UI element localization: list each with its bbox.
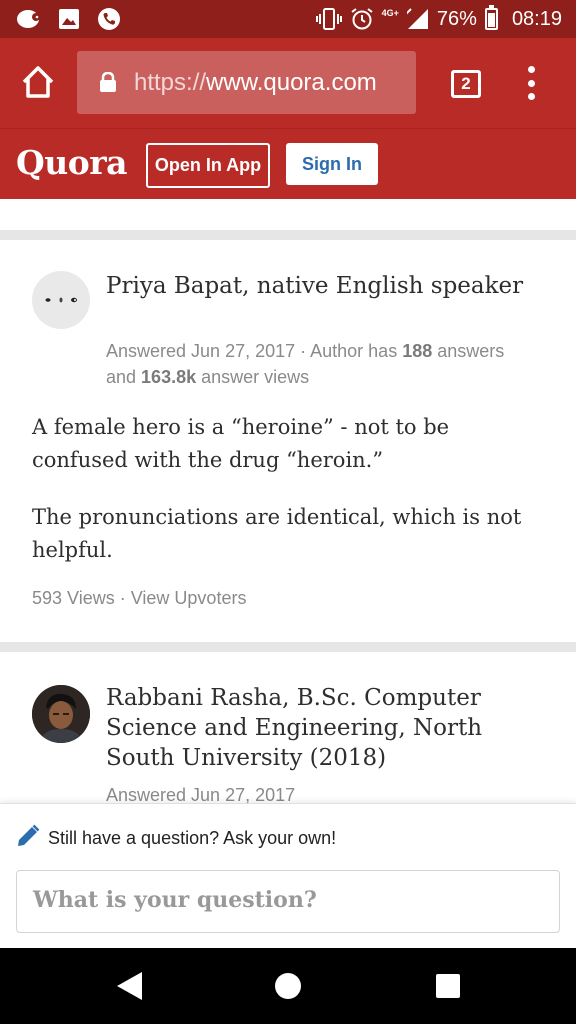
answer-paragraph: A female hero is a “heroine” - not to be… bbox=[32, 415, 450, 472]
sheep-notification-icon bbox=[16, 6, 42, 32]
avatar[interactable] bbox=[32, 271, 90, 329]
answer-meta: Answered Jun 27, 2017 · Author has 188 a… bbox=[106, 341, 505, 387]
signal-icon bbox=[406, 8, 428, 29]
phone-notification-icon bbox=[96, 6, 122, 32]
url-bar[interactable]: https://www.quora.com bbox=[77, 51, 416, 114]
ask-question-panel: Still have a question? Ask your own! Wha… bbox=[0, 803, 576, 948]
android-nav-bar bbox=[0, 948, 576, 1024]
pencil-icon bbox=[16, 824, 40, 848]
quora-logo[interactable]: Quora bbox=[16, 143, 128, 182]
home-icon[interactable] bbox=[18, 62, 58, 102]
answer-paragraph: The pronunciations are identical, which … bbox=[32, 505, 522, 562]
url-scheme: https:// bbox=[134, 69, 207, 96]
section-divider bbox=[0, 230, 576, 240]
section-divider bbox=[0, 642, 576, 652]
back-icon[interactable] bbox=[114, 970, 144, 1002]
battery-percent: 76% bbox=[436, 7, 477, 30]
answer-card: Priya Bapat, native English speaker Answ… bbox=[0, 240, 576, 640]
home-circle-icon[interactable] bbox=[275, 973, 301, 999]
tab-switcher-button[interactable]: 2 bbox=[451, 70, 481, 98]
recents-square-icon[interactable] bbox=[436, 974, 460, 998]
author-name[interactable]: Rabbani Rasha, B.Sc. Computer Science an… bbox=[106, 683, 526, 773]
clock: 08:19 bbox=[511, 7, 562, 30]
views-count: 163.8k bbox=[141, 367, 197, 387]
sign-in-button[interactable]: Sign In bbox=[286, 143, 378, 185]
status-bar: 4G+ 76% 08:19 bbox=[0, 0, 576, 38]
lock-icon bbox=[99, 71, 117, 92]
system-status: 4G+ 76% 08:19 bbox=[315, 4, 562, 34]
view-count: 593 Views bbox=[32, 588, 115, 608]
answer-card: Rabbani Rasha, B.Sc. Computer Science an… bbox=[0, 652, 576, 812]
browser-toolbar: https://www.quora.com 2 bbox=[0, 38, 576, 128]
answer-stats: 593 Views · View Upvoters bbox=[32, 588, 247, 608]
overflow-menu-icon[interactable] bbox=[522, 66, 540, 100]
image-notification-icon bbox=[56, 6, 82, 32]
avatar[interactable] bbox=[32, 685, 90, 743]
question-input[interactable]: What is your question? bbox=[16, 870, 560, 933]
vibrate-icon bbox=[315, 8, 342, 30]
ask-prompt: Still have a question? Ask your own! bbox=[48, 828, 337, 848]
battery-icon bbox=[484, 5, 498, 30]
quora-header: Quora Open In App Sign In bbox=[0, 128, 576, 199]
network-type: 4G+ bbox=[381, 8, 399, 18]
open-in-app-button[interactable]: Open In App bbox=[146, 143, 270, 188]
author-name[interactable]: Priya Bapat, native English speaker bbox=[106, 271, 526, 301]
url-host: www.quora.com bbox=[206, 69, 377, 96]
view-upvoters-link[interactable]: View Upvoters bbox=[131, 588, 247, 608]
notification-icons bbox=[16, 6, 122, 32]
answers-count: 188 bbox=[402, 341, 433, 361]
alarm-icon bbox=[351, 8, 373, 30]
question-placeholder: What is your question? bbox=[33, 887, 317, 913]
url-text: https://www.quora.com bbox=[134, 69, 377, 97]
